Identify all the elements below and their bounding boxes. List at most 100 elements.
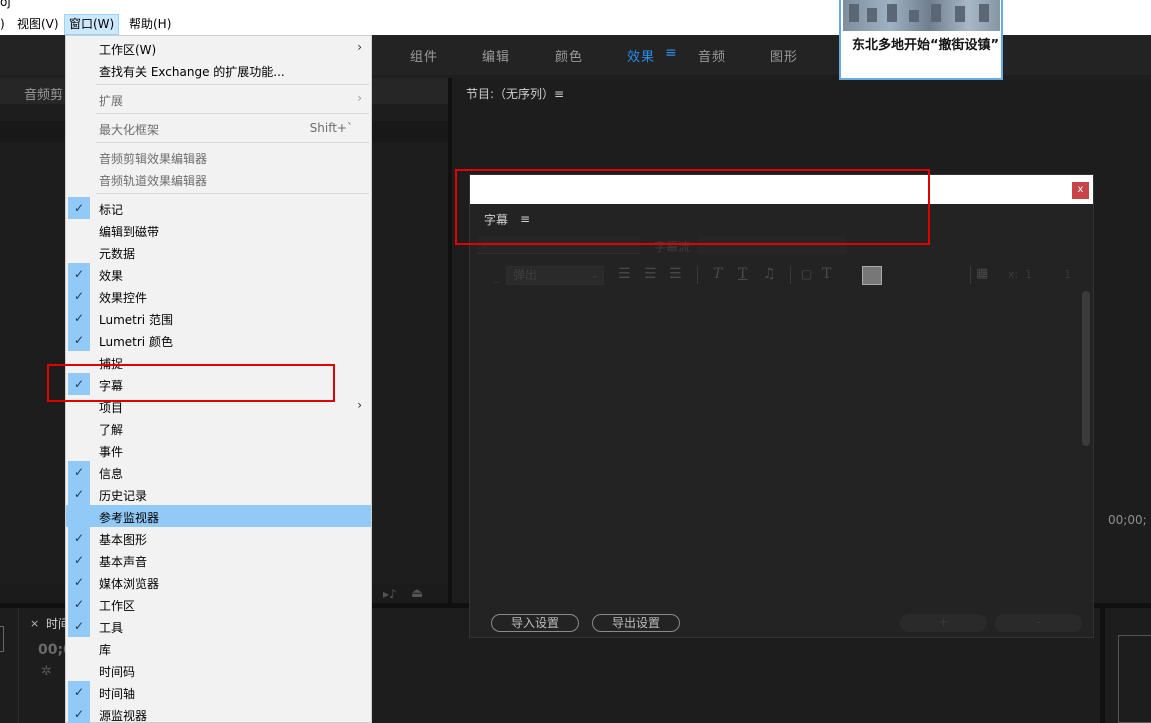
check-icon: ✓ <box>68 285 90 307</box>
menu-item-learn[interactable]: 了解 <box>66 417 371 439</box>
workspace-tab-effects[interactable]: 效果 <box>627 46 655 65</box>
timeline-close-icon[interactable]: × <box>30 617 39 630</box>
menu-item-history[interactable]: ✓ 历史记录 <box>66 483 371 505</box>
menu-item-effect-controls[interactable]: ✓ 效果控件 <box>66 285 371 307</box>
position-grid-icon[interactable]: ▦ <box>976 266 988 281</box>
text-color-icon[interactable]: T <box>822 266 831 282</box>
color-swatch[interactable] <box>862 266 882 285</box>
remove-caption-button[interactable]: - <box>995 614 1082 632</box>
news-thumbnail <box>843 0 1000 31</box>
program-monitor-title[interactable]: 节目:（无序列）≡ <box>466 85 564 102</box>
workspace-tab-color[interactable]: 颜色 <box>555 46 583 65</box>
news-headline[interactable]: 东北多地开始“撤街设镇” <box>852 37 1000 55</box>
audio-meter <box>1118 635 1151 723</box>
x-value[interactable]: 1 <box>1025 268 1032 281</box>
menu-item-metadata[interactable]: 元数据 <box>66 241 371 263</box>
check-icon: ✓ <box>68 197 90 219</box>
menu-separator <box>96 113 369 114</box>
y-value[interactable]: 1 <box>1064 268 1071 281</box>
snap-icon[interactable]: ✲ <box>41 664 52 679</box>
menu-item-libraries[interactable]: 库 <box>66 637 371 659</box>
check-icon: ✓ <box>68 483 90 505</box>
timeline-right-divider <box>1100 608 1105 723</box>
export-settings-button[interactable]: 导出设置 <box>592 614 680 632</box>
caption-style-value: 弹出 <box>513 268 538 282</box>
caption-style-select[interactable]: 弹出 ⌄ <box>506 266 604 285</box>
menu-fragment[interactable]: ) <box>0 16 5 33</box>
menu-item-source-monitor[interactable]: ✓ 源监视器 <box>66 703 371 723</box>
check-icon: ✓ <box>68 593 90 615</box>
menu-item-find-extensions[interactable]: 查找有关 Exchange 的扩展功能... <box>66 59 371 81</box>
check-icon: ✓ <box>68 615 90 637</box>
chevron-right-icon: › <box>357 398 362 412</box>
check-icon: ✓ <box>68 329 90 351</box>
align-right-icon[interactable]: ☰ <box>669 266 682 282</box>
menu-item-workspaces-panel[interactable]: ✓ 工作区 <box>66 593 371 615</box>
music-note-icon[interactable]: ♫ <box>763 266 776 282</box>
captions-list[interactable] <box>470 290 1093 605</box>
menu-item-extensions: 扩展 › <box>99 91 362 108</box>
check-icon: ✓ <box>68 307 90 329</box>
import-settings-button[interactable]: 导入设置 <box>491 614 579 632</box>
menu-item-timelines[interactable]: ✓ 时间轴 <box>66 681 371 703</box>
menu-item-audio-clip-effect-editor: 音频剪辑效果编辑器 <box>99 152 208 166</box>
menu-item-audio-track-effect-editor: 音频轨道效果编辑器 <box>99 174 208 188</box>
export-frame-icon[interactable]: ⏏ <box>411 586 423 601</box>
menu-view[interactable]: 视图(V) <box>17 16 59 33</box>
menu-item-workspaces[interactable]: 工作区(W) › <box>66 37 371 59</box>
menu-window[interactable]: 窗口(W) <box>64 14 120 35</box>
x-label: x: <box>1008 268 1019 281</box>
close-icon[interactable]: x <box>1072 182 1089 199</box>
workspace-tab-audio[interactable]: 音频 <box>698 46 726 65</box>
menu-item-essential-graphics[interactable]: ✓ 基本图形 <box>66 527 371 549</box>
workspace-tab-assembly[interactable]: 组件 <box>410 46 438 65</box>
workspace-tab-graphics[interactable]: 图形 <box>770 46 798 65</box>
menu-item-markers[interactable]: ✓ 标记 <box>66 197 371 219</box>
step-icon[interactable]: ▸♪ <box>383 587 397 601</box>
captions-toolbar: _ 弹出 ⌄ ☰ ☰ ☰ T T ♫ ▢ T ▦ x: 1 1 <box>470 264 1093 288</box>
workspace-menu-icon[interactable]: ≡ <box>665 45 677 61</box>
program-timecode: 00;00; <box>1108 513 1147 527</box>
window-title: oj <box>0 0 11 9</box>
menu-item-effects[interactable]: ✓ 效果 <box>66 263 371 285</box>
align-center-icon[interactable]: ☰ <box>644 266 657 282</box>
chevron-right-icon: › <box>357 40 362 54</box>
menu-separator <box>96 193 369 194</box>
check-icon: ✓ <box>68 461 90 483</box>
toolbar-separator-3 <box>970 266 971 284</box>
left-edge-control <box>0 626 4 652</box>
timeline-divider <box>18 608 19 723</box>
check-icon: ✓ <box>68 571 90 593</box>
italic-icon[interactable]: T <box>713 266 722 282</box>
annotation-box-captions-menu-item <box>47 364 335 402</box>
shortcut-label: Shift+` <box>309 121 353 135</box>
menu-help[interactable]: 帮助(H) <box>129 16 171 33</box>
menu-item-essential-sound[interactable]: ✓ 基本声音 <box>66 549 371 571</box>
menu-item-info[interactable]: ✓ 信息 <box>66 461 371 483</box>
align-left-icon[interactable]: ☰ <box>618 266 631 282</box>
check-icon: ✓ <box>68 549 90 571</box>
menu-item-events[interactable]: 事件 <box>66 439 371 461</box>
check-icon: ✓ <box>68 681 90 703</box>
captions-scrollbar[interactable] <box>1082 291 1090 446</box>
menu-item-media-browser[interactable]: ✓ 媒体浏览器 <box>66 571 371 593</box>
left-panel-title[interactable]: 音频剪 <box>24 84 63 103</box>
toolbar-separator <box>697 266 698 284</box>
menu-item-timecode[interactable]: 时间码 <box>66 659 371 681</box>
annotation-box-captions-panel <box>455 169 930 245</box>
check-icon: ✓ <box>68 703 90 723</box>
menu-item-lumetri-scopes[interactable]: ✓ Lumetri 范围 <box>66 307 371 329</box>
workspace-tab-editing[interactable]: 编辑 <box>482 46 510 65</box>
menu-separator <box>96 142 369 143</box>
background-box-icon[interactable]: ▢ <box>801 267 812 281</box>
menu-item-tools[interactable]: ✓ 工具 <box>66 615 371 637</box>
menu-item-edit-to-tape[interactable]: 编辑到磁带 <box>66 219 371 241</box>
add-caption-button[interactable]: + <box>900 614 987 632</box>
menu-item-reference-monitor[interactable]: 参考监视器 <box>66 505 371 527</box>
underline-icon[interactable]: T <box>738 266 747 282</box>
dash-icon: _ <box>494 270 500 283</box>
check-icon: ✓ <box>68 527 90 549</box>
news-popup[interactable]: 东北多地开始“撤街设镇” <box>839 0 1003 80</box>
menu-item-lumetri-color[interactable]: ✓ Lumetri 颜色 <box>66 329 371 351</box>
check-icon: ✓ <box>68 263 90 285</box>
